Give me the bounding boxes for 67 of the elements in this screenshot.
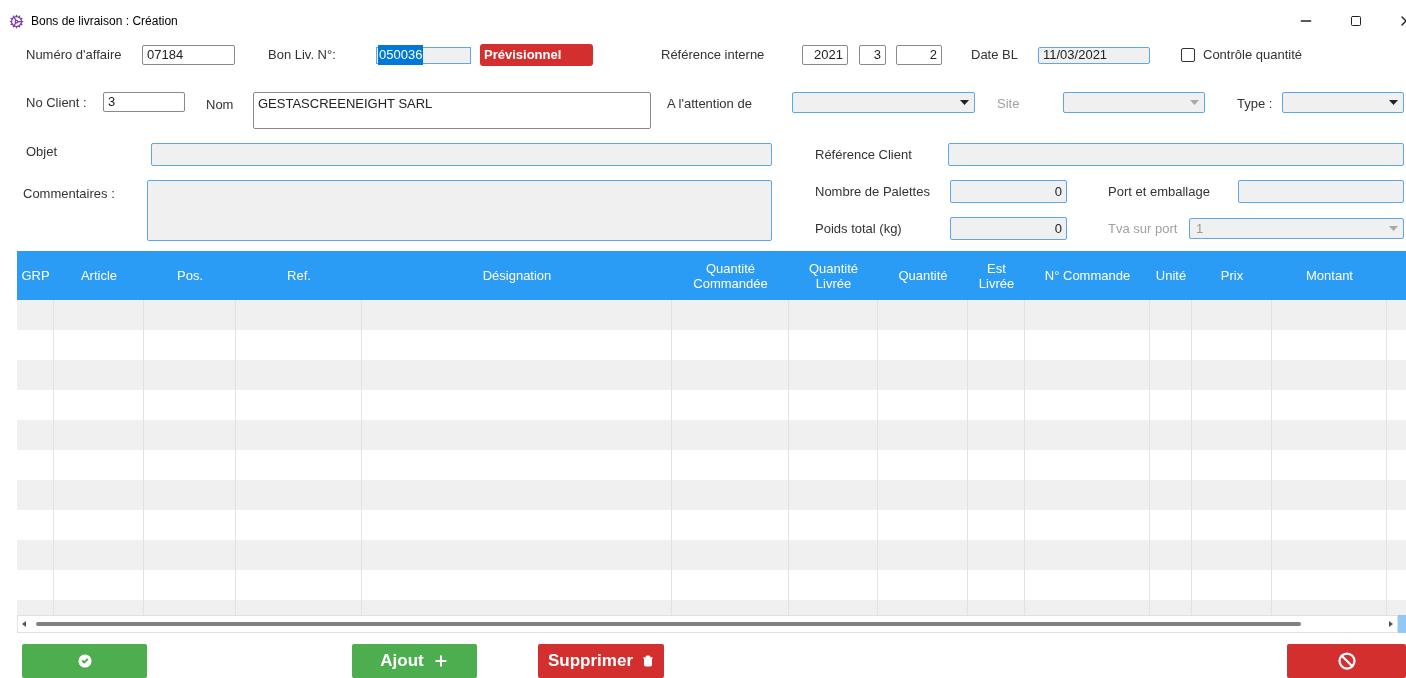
column-header[interactable]: Quantité (898, 268, 948, 283)
field-label: Contrôle quantité (1203, 46, 1302, 65)
input-field[interactable]: GESTASCREENEIGHT SARL (253, 92, 651, 129)
input-field[interactable] (1238, 180, 1404, 203)
app-icon (9, 13, 24, 29)
column-header[interactable]: Unité (1155, 268, 1187, 283)
field-label: Poids total (kg) (815, 219, 903, 238)
field-label: Commentaires : (23, 185, 116, 203)
column-header[interactable]: Article (80, 268, 118, 283)
field-label: Référence Client (815, 145, 913, 164)
scroll-left-icon[interactable] (22, 621, 26, 627)
input-field[interactable]: 2021 (802, 45, 848, 65)
check-icon (75, 652, 94, 670)
delete-button[interactable]: Supprimer (538, 644, 664, 678)
dropdown-field[interactable] (1282, 92, 1404, 113)
scroll-corner (1398, 615, 1406, 633)
dropdown-caret-icon (960, 100, 969, 105)
field-label: Bon Liv. N°: (268, 46, 337, 65)
field-label: Objet (26, 143, 59, 162)
column-header[interactable]: N° Commande (1044, 268, 1131, 283)
input-field[interactable]: 11/03/2021 (1038, 46, 1150, 64)
input-field[interactable] (147, 180, 772, 241)
column-header[interactable]: Prix (1220, 268, 1244, 283)
status-badge: Prévisionnel (480, 44, 593, 66)
checkbox[interactable] (1181, 48, 1195, 62)
column-header[interactable]: Quantité Livrée (792, 260, 875, 291)
window-title: Bons de livraison : Création (31, 13, 178, 30)
maximize-icon[interactable] (1350, 15, 1362, 27)
plus-icon (432, 653, 449, 669)
field-label: Date BL (971, 46, 1019, 65)
field-label: Nombre de Palettes (815, 182, 931, 201)
field-label: Type : (1237, 95, 1274, 113)
input-field[interactable]: 0 (950, 180, 1067, 203)
input-field[interactable] (948, 143, 1404, 166)
input-field[interactable]: 2 (896, 45, 942, 65)
input-field[interactable]: 050036 (376, 46, 471, 64)
column-header[interactable]: Désignation (482, 268, 552, 283)
trash-icon (642, 655, 654, 667)
field-label: Port et emballage (1108, 182, 1211, 201)
input-field[interactable]: 3 (859, 45, 886, 65)
field-label: Nom (206, 96, 235, 114)
cancel-button[interactable] (1287, 644, 1406, 678)
column-header[interactable]: Ref. (287, 268, 311, 283)
field-label: A l'attention de (667, 95, 753, 113)
input-field[interactable] (151, 143, 772, 166)
input-field[interactable]: 0 (950, 217, 1067, 240)
column-header[interactable]: Pos. (177, 268, 203, 283)
cancel-icon (1337, 652, 1356, 670)
input-field[interactable]: 3 (103, 92, 185, 112)
input-field[interactable]: 07184 (142, 45, 235, 65)
horizontal-scrollbar[interactable] (17, 615, 1398, 633)
field-label: No Client : (26, 94, 88, 112)
field-label: Site (997, 95, 1021, 113)
dropdown-caret-icon (1389, 100, 1398, 105)
add-button[interactable]: Ajout (352, 644, 477, 678)
column-header[interactable]: Est Livrée (971, 260, 1022, 291)
dropdown-caret-icon (1190, 100, 1199, 105)
dropdown-caret-icon (1389, 226, 1398, 231)
dropdown-field[interactable] (792, 92, 975, 113)
validate-button[interactable] (22, 644, 147, 678)
field-label: Numéro d'affaire (26, 46, 123, 65)
scroll-right-icon[interactable] (1389, 621, 1393, 627)
column-header[interactable]: Montant (1306, 268, 1353, 283)
field-label: Référence interne (661, 46, 766, 65)
column-header[interactable]: GRP (21, 268, 50, 283)
field-label: Tva sur port (1108, 219, 1179, 238)
column-header[interactable]: Quantité Commandée (675, 260, 786, 291)
